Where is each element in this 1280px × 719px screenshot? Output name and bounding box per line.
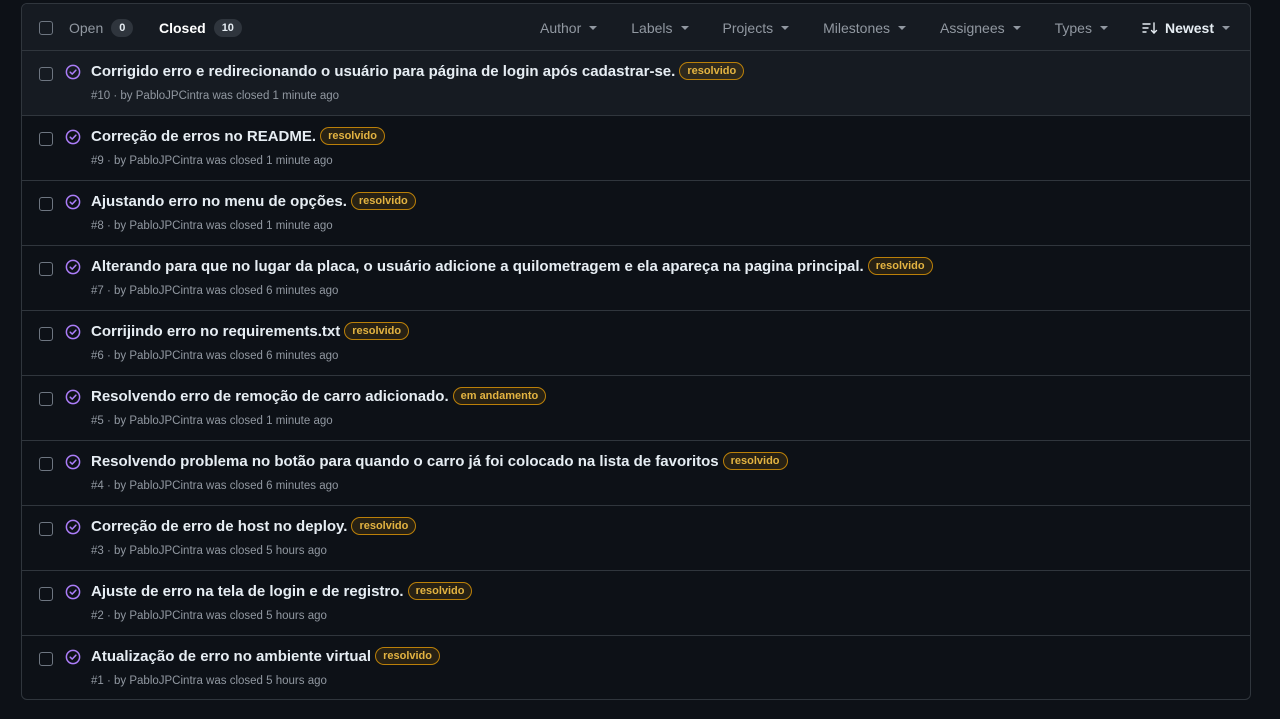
- issue-meta: #9 · by PabloJPCintra was closed 1 minut…: [91, 155, 333, 167]
- issue-row[interactable]: Resolvendo problema no botão para quando…: [22, 441, 1250, 506]
- closed-issue-icon: [65, 389, 81, 410]
- issues-list-box: Open 0 Closed 10 Author Labels Projects …: [21, 3, 1251, 700]
- issue-row[interactable]: Corrijindo erro no requirements.txt resol…: [22, 311, 1250, 376]
- issues-list-header: Open 0 Closed 10 Author Labels Projects …: [22, 4, 1250, 51]
- filter-milestones[interactable]: Milestones: [823, 19, 907, 36]
- chevron-down-icon: [680, 25, 689, 30]
- chevron-down-icon: [589, 25, 598, 30]
- closed-issue-icon: [65, 259, 81, 280]
- issue-meta: #8 · by PabloJPCintra was closed 1 minut…: [91, 220, 333, 232]
- issue-label[interactable]: resolvido: [867, 257, 933, 275]
- issue-title-link[interactable]: Corrijindo erro no requirements.txt: [91, 323, 340, 340]
- closed-count: 10: [213, 19, 242, 37]
- issue-row[interactable]: Correção de erros no README. resolvido #9…: [22, 116, 1250, 181]
- issue-title-link[interactable]: Atualização de erro no ambiente virtual: [91, 648, 371, 665]
- issue-checkbox[interactable]: [39, 587, 53, 601]
- issue-checkbox[interactable]: [39, 522, 53, 536]
- issue-meta: #6 · by PabloJPCintra was closed 6 minut…: [91, 350, 339, 362]
- closed-label: Closed: [159, 20, 206, 36]
- issue-checkbox[interactable]: [39, 132, 53, 146]
- filter-author[interactable]: Author: [540, 19, 598, 36]
- chevron-down-icon: [781, 25, 790, 30]
- sort-newest-button[interactable]: Newest: [1142, 20, 1230, 36]
- sort-desc-icon: [1142, 21, 1158, 35]
- filter-label: Author: [540, 19, 582, 36]
- closed-issue-icon: [65, 519, 81, 540]
- filter-bar: Author Labels Projects Milestones Assign…: [540, 4, 1250, 51]
- filter-labels[interactable]: Labels: [631, 19, 689, 36]
- issue-title-link[interactable]: Ajustando erro no menu de opções.: [91, 193, 347, 210]
- issue-title-link[interactable]: Correção de erros no README.: [91, 128, 316, 145]
- open-count: 0: [111, 19, 134, 37]
- issue-title-link[interactable]: Corrigido erro e redirecionando o usuári…: [91, 63, 675, 80]
- filter-label: Types: [1054, 19, 1092, 36]
- issue-rows: Corrigido erro e redirecionando o usuári…: [22, 51, 1250, 699]
- issue-label[interactable]: resolvido: [344, 322, 410, 340]
- issue-meta: #1 · by PabloJPCintra was closed 5 hours…: [91, 675, 327, 687]
- open-issues-tab[interactable]: Open 0: [69, 19, 134, 37]
- issue-title-link[interactable]: Alterando para que no lugar da placa, o …: [91, 258, 864, 275]
- filter-projects[interactable]: Projects: [723, 20, 790, 36]
- issue-title-link[interactable]: Ajuste de erro na tela de login e de reg…: [91, 583, 404, 600]
- open-label: Open: [69, 20, 104, 36]
- issue-meta: #2 · by PabloJPCintra was closed 5 hours…: [91, 610, 327, 622]
- filter-assignees[interactable]: Assignees: [940, 20, 1021, 36]
- filter-label: Milestones: [823, 19, 891, 36]
- issue-row[interactable]: Correção de erro de host no deploy. resol…: [22, 506, 1250, 571]
- issue-checkbox[interactable]: [39, 262, 53, 276]
- issue-label[interactable]: resolvido: [722, 452, 788, 470]
- chevron-down-icon: [1222, 25, 1230, 30]
- closed-issue-icon: [65, 64, 81, 85]
- closed-issue-icon: [65, 649, 81, 670]
- issue-meta: #7 · by PabloJPCintra was closed 6 minut…: [91, 285, 339, 297]
- issue-checkbox[interactable]: [39, 67, 53, 81]
- closed-issue-icon: [65, 454, 81, 475]
- issue-row[interactable]: Alterando para que no lugar da placa, o …: [22, 246, 1250, 311]
- issue-checkbox[interactable]: [39, 197, 53, 211]
- issue-title-link[interactable]: Resolvendo problema no botão para quando…: [91, 453, 719, 470]
- issue-row[interactable]: Resolvendo erro de remoção de carro adic…: [22, 376, 1250, 441]
- select-all-checkbox[interactable]: [39, 21, 53, 35]
- issue-meta: #5 · by PabloJPCintra was closed 1 minut…: [91, 415, 333, 427]
- filter-label: Assignees: [940, 19, 1005, 36]
- chevron-down-icon: [1012, 25, 1021, 30]
- issue-checkbox[interactable]: [39, 327, 53, 341]
- issue-row[interactable]: Ajuste de erro na tela de login e de reg…: [22, 571, 1250, 636]
- issue-label[interactable]: em andamento: [452, 387, 547, 405]
- issue-checkbox[interactable]: [39, 457, 53, 471]
- issue-checkbox[interactable]: [39, 652, 53, 666]
- issue-meta: #3 · by PabloJPCintra was closed 5 hours…: [91, 545, 327, 557]
- closed-issue-icon: [65, 194, 81, 215]
- issue-label[interactable]: resolvido: [407, 582, 473, 600]
- issue-title-link[interactable]: Correção de erro de host no deploy.: [91, 518, 347, 535]
- closed-issue-icon: [65, 324, 81, 345]
- issue-label[interactable]: resolvido: [679, 62, 745, 80]
- issue-label[interactable]: resolvido: [375, 647, 440, 665]
- issue-title-link[interactable]: Resolvendo erro de remoção de carro adic…: [91, 388, 449, 405]
- issue-label[interactable]: resolvido: [351, 517, 417, 535]
- issue-meta: #4 · by PabloJPCintra was closed 6 minut…: [91, 480, 339, 492]
- issue-label[interactable]: resolvido: [350, 192, 416, 210]
- closed-issue-icon: [65, 129, 81, 150]
- issue-row[interactable]: Ajustando erro no menu de opções. resolvi…: [22, 181, 1250, 246]
- closed-issue-icon: [65, 584, 81, 605]
- chevron-down-icon: [1099, 25, 1108, 30]
- issue-row[interactable]: Atualização de erro no ambiente virtual r…: [22, 636, 1250, 699]
- issue-checkbox[interactable]: [39, 392, 53, 406]
- closed-issues-tab[interactable]: Closed 10: [159, 19, 242, 37]
- issue-meta: #10 · by PabloJPCintra was closed 1 minu…: [91, 90, 340, 102]
- filter-label: Projects: [722, 19, 774, 36]
- issue-row[interactable]: Corrigido erro e redirecionando o usuári…: [22, 51, 1250, 116]
- chevron-down-icon: [898, 25, 907, 30]
- filter-label: Labels: [631, 19, 673, 36]
- issue-label[interactable]: resolvido: [320, 127, 385, 145]
- sort-label: Newest: [1164, 19, 1214, 36]
- filter-types[interactable]: Types: [1055, 20, 1108, 36]
